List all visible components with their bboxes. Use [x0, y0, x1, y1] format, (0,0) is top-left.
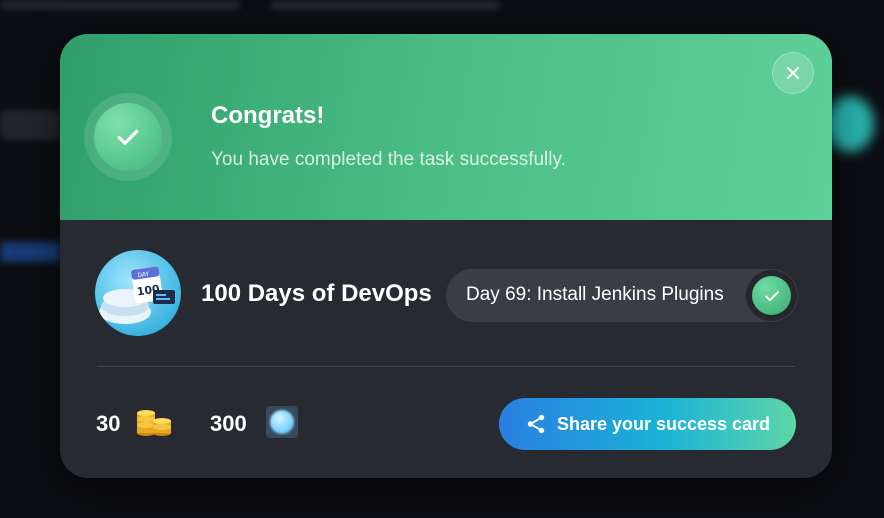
check-icon [94, 103, 162, 171]
close-button[interactable] [772, 52, 814, 94]
close-icon [787, 67, 799, 79]
coins-icon [137, 410, 171, 436]
divider [97, 366, 795, 367]
gems-value: 300 [210, 411, 247, 436]
background-highlight [0, 242, 60, 262]
background-avatar [826, 96, 874, 152]
task-pill: Day 69: Install Jenkins Plugins [446, 269, 798, 322]
background-bar [270, 0, 500, 10]
modal-title: Congrats! [211, 102, 325, 129]
modal-subtitle: You have completed the task successfully… [211, 149, 566, 170]
success-badge [84, 93, 172, 181]
modal-header: Congrats! You have completed the task su… [60, 34, 832, 220]
course-avatar: DAY 100 [95, 250, 181, 336]
task-label: Day 69: Install Jenkins Plugins [466, 284, 724, 305]
background-bar [0, 0, 240, 10]
coins-value: 30 [96, 411, 121, 436]
share-button-label: Share your success card [556, 413, 771, 434]
background-bar [0, 110, 60, 140]
course-name: 100 Days of DevOps [201, 280, 432, 307]
task-status [746, 270, 797, 321]
check-icon [752, 276, 791, 315]
share-success-card-button[interactable]: Share your success card [499, 398, 796, 450]
success-modal: Congrats! You have completed the task su… [60, 34, 832, 478]
gem-icon [266, 406, 298, 438]
share-icon [527, 414, 545, 434]
calendar-server-illustration: DAY 100 [99, 266, 175, 324]
